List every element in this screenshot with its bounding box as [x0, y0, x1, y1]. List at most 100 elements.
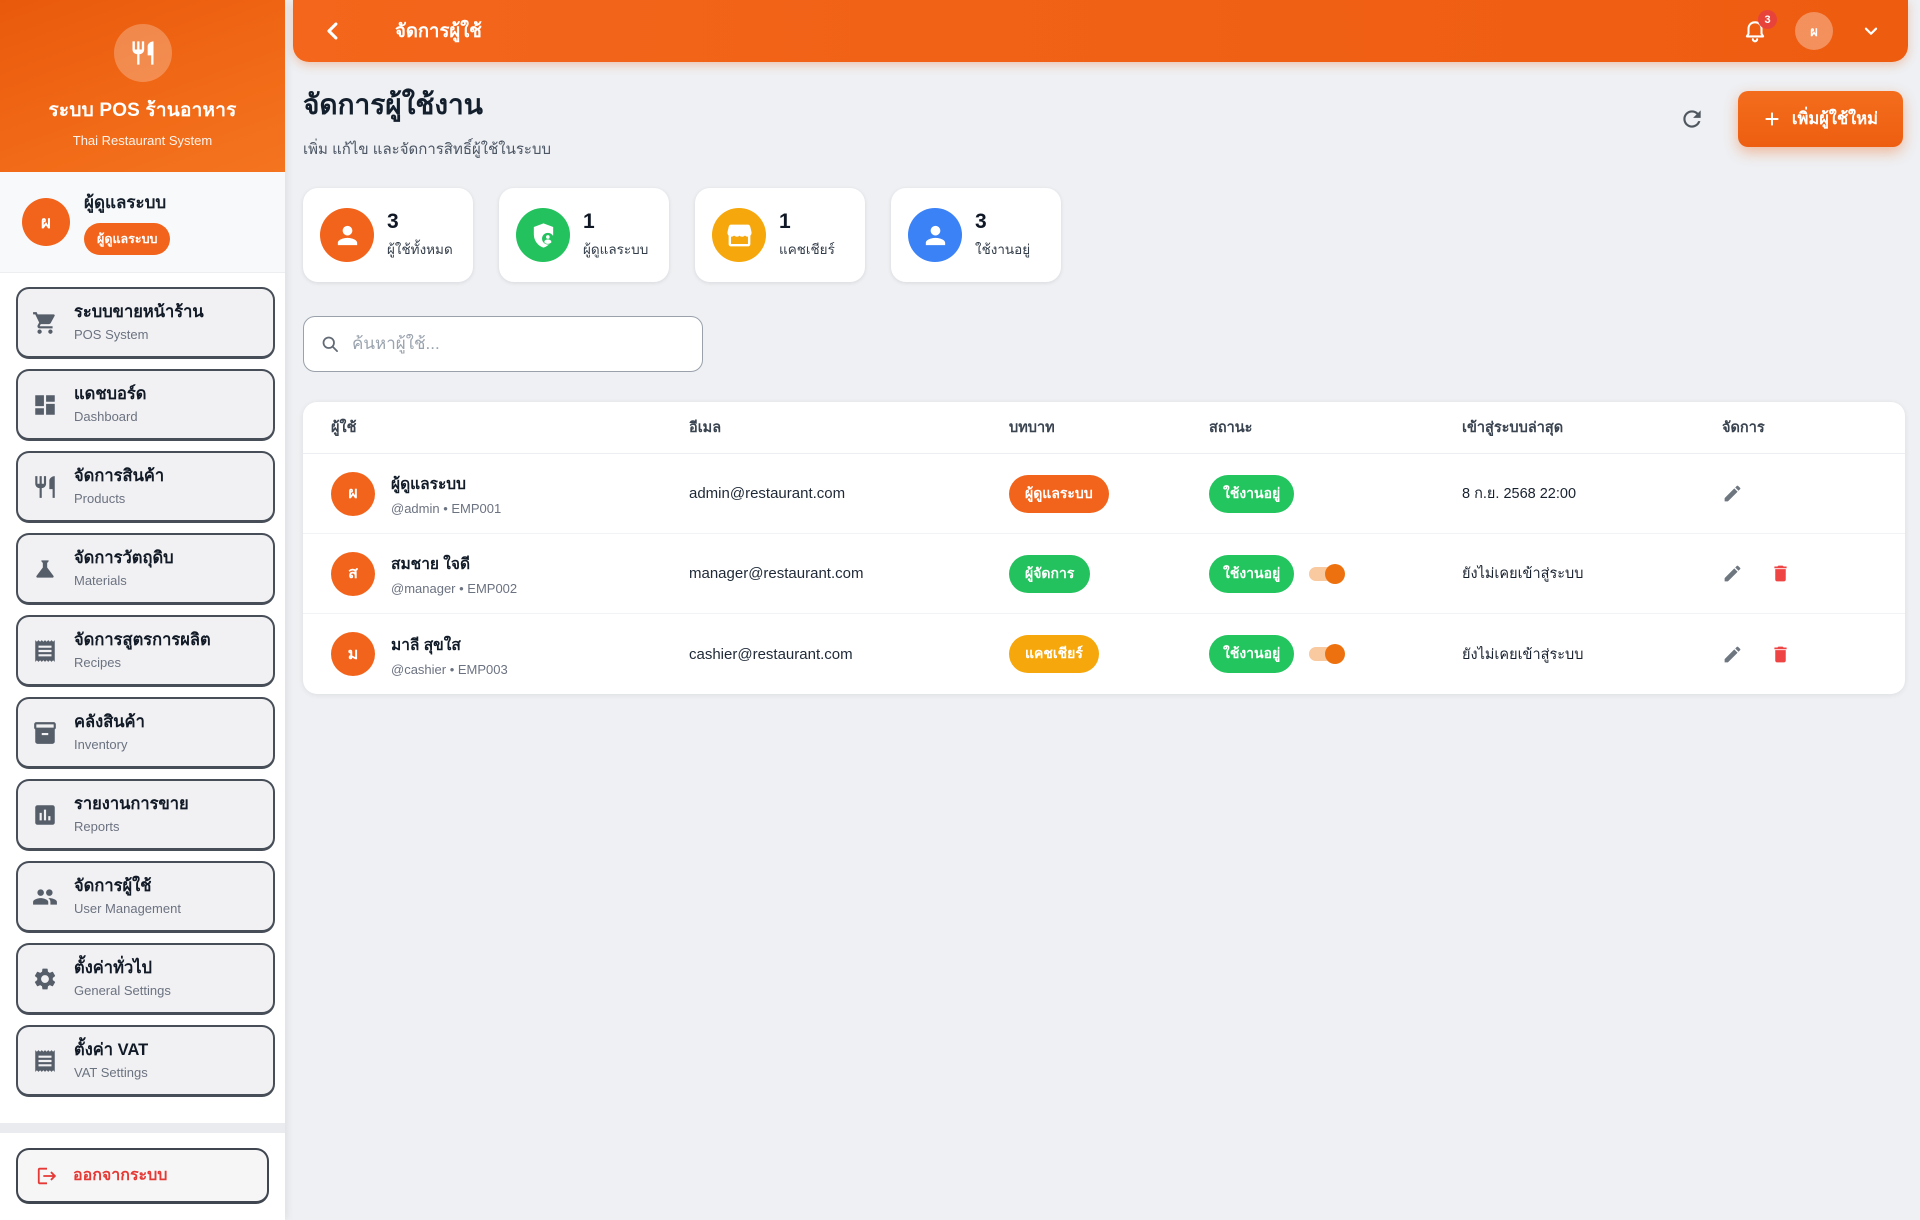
stat-label: แคชเชียร์ — [779, 238, 835, 260]
status-badge: ใช้งานอยู่ — [1209, 475, 1294, 513]
notification-badge: 3 — [1758, 10, 1777, 29]
user-email: admin@restaurant.com — [689, 485, 1009, 502]
users-table: ผู้ใช้อีเมลบทบาทสถานะเข้าสู่ระบบล่าสุดจั… — [303, 402, 1905, 694]
chevron-down-icon[interactable] — [1860, 20, 1882, 42]
storefront-icon — [712, 208, 766, 262]
sidebar-header: ระบบ POS ร้านอาหาร Thai Restaurant Syste… — [0, 0, 285, 172]
dashboard-icon — [32, 392, 58, 418]
sidebar-item-products[interactable]: จัดการสินค้าProducts — [16, 451, 275, 523]
admin-shield-icon — [516, 208, 570, 262]
sidebar-item-materials[interactable]: จัดการวัตถุดิบMaterials — [16, 533, 275, 605]
user-meta: @cashier • EMP003 — [391, 662, 508, 677]
last-login: 8 ก.ย. 2568 22:00 — [1462, 482, 1722, 505]
role-badge: ผู้จัดการ — [1009, 555, 1090, 593]
row-avatar: ผ — [331, 472, 375, 516]
sidebar-item-subtitle: General Settings — [74, 983, 171, 998]
status-toggle[interactable] — [1309, 567, 1341, 581]
page-subtitle: เพิ่ม แก้ไข และจัดการสิทธิ์ผู้ใช้ในระบบ — [303, 137, 551, 161]
stat-value: 3 — [387, 210, 453, 234]
sidebar-item-subtitle: POS System — [74, 327, 204, 342]
edit-user-button[interactable] — [1722, 483, 1743, 504]
column-header: บทบาท — [1009, 416, 1209, 439]
inventory-icon — [32, 720, 58, 746]
add-user-button[interactable]: เพิ่มผู้ใช้ใหม่ — [1738, 91, 1903, 147]
stat-value: 1 — [583, 210, 648, 234]
page-title: จัดการผู้ใช้งาน — [303, 83, 551, 127]
logout-button[interactable]: ออกจากระบบ — [16, 1148, 269, 1204]
flask-icon — [32, 556, 58, 582]
sidebar-item-subtitle: Products — [74, 491, 164, 506]
profile-role-badge: ผู้ดูแลระบบ — [84, 223, 170, 255]
refresh-icon — [1679, 106, 1705, 132]
sidebar-item-subtitle: User Management — [74, 901, 181, 916]
last-login: ยังไม่เคยเข้าสู่ระบบ — [1462, 643, 1722, 666]
edit-user-button[interactable] — [1722, 644, 1743, 665]
sidebar-item-vat-settings[interactable]: ตั้งค่า VATVAT Settings — [16, 1025, 275, 1097]
sidebar-item-title: แดชบอร์ด — [74, 385, 147, 403]
sidebar-item-inventory[interactable]: คลังสินค้า Inventory — [16, 697, 275, 769]
sidebar-item-subtitle: Materials — [74, 573, 174, 588]
cart-icon — [32, 310, 58, 336]
sidebar-item-users[interactable]: จัดการผู้ใช้User Management — [16, 861, 275, 933]
pencil-icon — [1722, 483, 1743, 504]
back-button[interactable] — [319, 17, 347, 45]
sidebar-item-title: รายงานการขาย — [74, 795, 189, 813]
stat-value: 3 — [975, 210, 1030, 234]
sidebar-item-title: คลังสินค้า — [74, 713, 145, 731]
row-avatar: ม — [331, 632, 375, 676]
gear-icon — [32, 966, 58, 992]
delete-user-button[interactable] — [1770, 563, 1791, 584]
sidebar-item-subtitle: Reports — [74, 819, 189, 834]
sidebar-item-reports[interactable]: รายงานการขาย Reports — [16, 779, 275, 851]
stat-card-admins: 1 ผู้ดูแลระบบ — [499, 188, 669, 282]
add-user-label: เพิ่มผู้ใช้ใหม่ — [1792, 106, 1878, 132]
app-subtitle: Thai Restaurant System — [73, 133, 212, 148]
sidebar-item-recipes[interactable]: จัดการสูตรการผลิตRecipes — [16, 615, 275, 687]
user-meta: @admin • EMP001 — [391, 501, 501, 516]
status-toggle[interactable] — [1309, 647, 1341, 661]
notifications-button[interactable]: 3 — [1742, 18, 1768, 44]
people-icon — [32, 884, 58, 910]
restaurant-icon — [32, 474, 58, 500]
sidebar-item-title: จัดการสูตรการผลิต — [74, 631, 211, 649]
sidebar-item-subtitle: VAT Settings — [74, 1065, 148, 1080]
profile-avatar: ผ — [22, 198, 70, 246]
column-header: อีเมล — [689, 416, 1009, 439]
pencil-icon — [1722, 563, 1743, 584]
stat-card-active-users: 3 ใช้งานอยู่ — [891, 188, 1061, 282]
sidebar-menu: ระบบขายหน้าร้าน POS System แดชบอร์ดDashboa… — [0, 273, 285, 1123]
user-name: สมชาย ใจดี — [391, 551, 517, 576]
table-row: มมาลี สุขใส@cashier • EMP003cashier@rest… — [303, 614, 1905, 694]
main-area: จัดการผู้ใช้ 3 ผ จัดการผู้ใช้งาน เพิ่ม แ… — [285, 0, 1920, 1220]
topbar-avatar[interactable]: ผ — [1795, 12, 1833, 50]
profile-name: ผู้ดูแลระบบ — [84, 189, 170, 216]
search-input[interactable] — [352, 334, 686, 354]
sidebar-item-subtitle: Inventory — [74, 737, 145, 752]
sidebar-item-general-settings[interactable]: ตั้งค่าทั่วไปGeneral Settings — [16, 943, 275, 1015]
role-badge: ผู้ดูแลระบบ — [1009, 475, 1109, 513]
status-badge: ใช้งานอยู่ — [1209, 555, 1294, 593]
receipt-icon — [32, 638, 58, 664]
last-login: ยังไม่เคยเข้าสู่ระบบ — [1462, 562, 1722, 585]
topbar: จัดการผู้ใช้ 3 ผ — [293, 0, 1908, 62]
user-name: ผู้ดูแลระบบ — [391, 471, 501, 496]
sidebar: ระบบ POS ร้านอาหาร Thai Restaurant Syste… — [0, 0, 285, 1220]
sidebar-item-dashboard[interactable]: แดชบอร์ดDashboard — [16, 369, 275, 441]
restaurant-logo-icon — [114, 24, 172, 82]
user-name: มาลี สุขใส — [391, 632, 508, 657]
delete-user-button[interactable] — [1770, 644, 1791, 665]
sidebar-item-pos[interactable]: ระบบขายหน้าร้าน POS System — [16, 287, 275, 359]
trash-icon — [1770, 644, 1791, 665]
row-avatar: ส — [331, 552, 375, 596]
sidebar-item-title: ระบบขายหน้าร้าน — [74, 303, 204, 321]
plus-icon — [1763, 110, 1781, 128]
stat-cards: 3ผู้ใช้ทั้งหมด1ผู้ดูแลระบบ1แคชเชียร์3ใช้… — [303, 188, 1905, 282]
logout-icon — [36, 1165, 58, 1187]
stat-label: ใช้งานอยู่ — [975, 238, 1030, 260]
edit-user-button[interactable] — [1722, 563, 1743, 584]
app-title: ระบบ POS ร้านอาหาร — [49, 95, 237, 125]
stat-label: ผู้ดูแลระบบ — [583, 238, 648, 260]
search-icon — [320, 334, 340, 354]
column-header: จัดการ — [1722, 416, 1905, 439]
refresh-button[interactable] — [1679, 106, 1705, 132]
